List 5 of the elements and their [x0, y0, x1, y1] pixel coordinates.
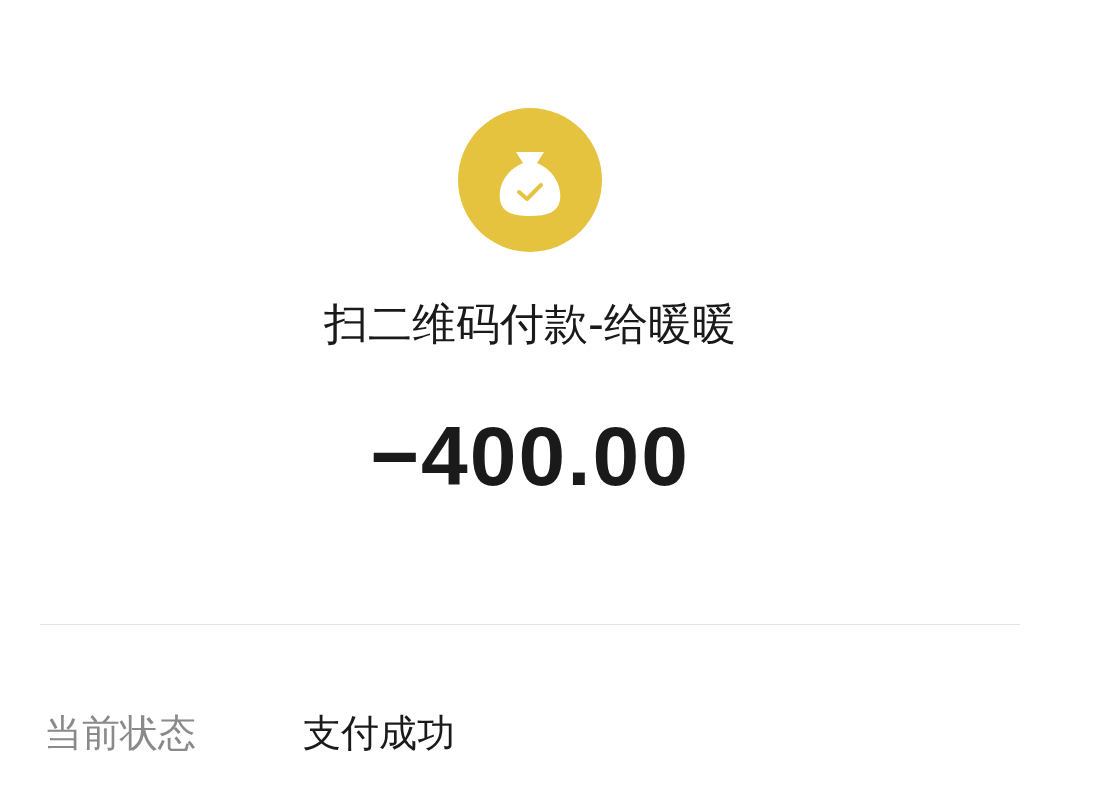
detail-value: 支付成功 [303, 710, 455, 757]
detail-label: 当前状态 [44, 710, 197, 757]
payment-amount: −400.00 [370, 408, 690, 504]
payment-title: 扫二维码付款-给暖暖 [324, 297, 736, 351]
money-bag-icon [458, 108, 602, 252]
